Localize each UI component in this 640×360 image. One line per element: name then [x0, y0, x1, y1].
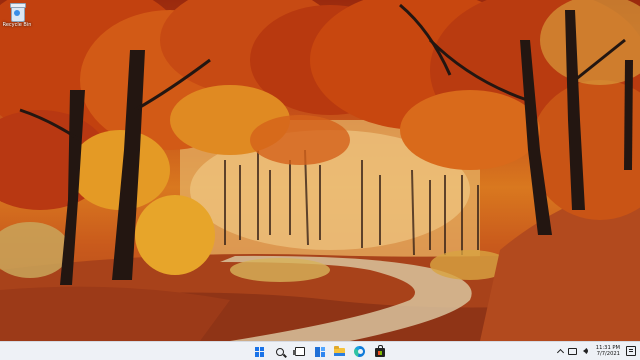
recycle-bin-label: Recycle Bin	[2, 22, 32, 28]
windows-start-icon	[254, 346, 265, 357]
start-button[interactable]	[253, 345, 266, 358]
store-icon	[374, 345, 385, 357]
edge-button[interactable]	[353, 345, 366, 358]
taskbar-app-group	[253, 344, 386, 359]
store-button[interactable]	[373, 345, 386, 358]
folder-icon	[334, 345, 345, 356]
network-button[interactable]	[568, 345, 578, 357]
edge-icon	[354, 346, 365, 357]
widgets-icon	[314, 346, 325, 357]
clock-button[interactable]: 11:31 PM 7/7/2021	[596, 345, 620, 358]
desktop-wallpaper: Recycle Bin	[0, 0, 640, 341]
show-hidden-icons-button[interactable]	[556, 345, 566, 357]
network-icon	[568, 347, 578, 355]
task-view-icon	[292, 347, 305, 356]
recycle-bin-icon	[9, 3, 26, 22]
search-icon	[275, 347, 284, 356]
recycle-bin-shortcut[interactable]: Recycle Bin	[2, 3, 32, 31]
search-button[interactable]	[273, 345, 286, 358]
file-explorer-button[interactable]	[333, 345, 346, 358]
chevron-up-icon	[557, 348, 565, 357]
wallpaper-image	[0, 0, 640, 341]
system-tray: 11:31 PM 7/7/2021	[556, 342, 640, 360]
notification-center-icon[interactable]	[626, 346, 636, 356]
task-view-button[interactable]	[292, 345, 306, 358]
widgets-button[interactable]	[313, 345, 326, 358]
taskbar: 11:31 PM 7/7/2021	[0, 341, 640, 360]
volume-icon	[582, 348, 588, 354]
volume-button[interactable]	[580, 345, 590, 357]
clock-date: 7/7/2021	[596, 351, 620, 357]
